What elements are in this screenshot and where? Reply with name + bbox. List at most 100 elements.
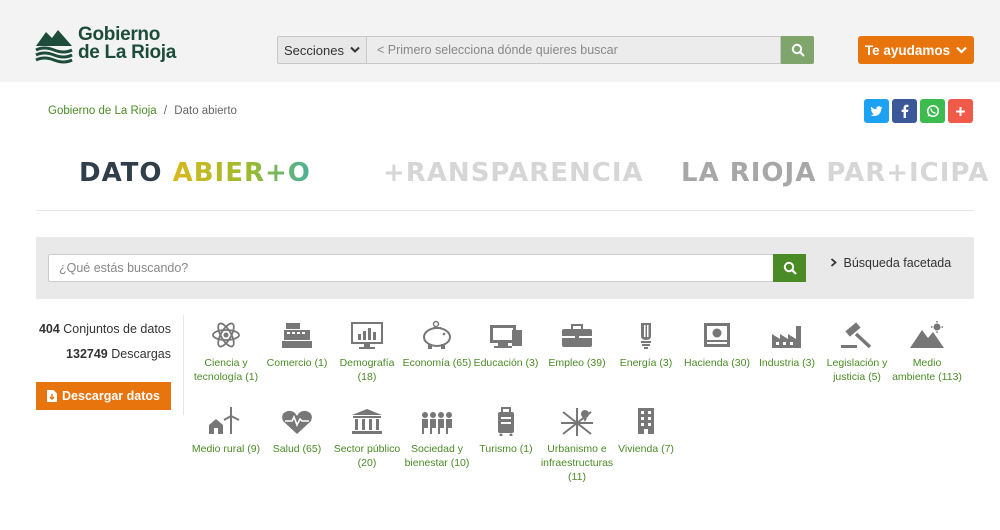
- chevron-down-icon: [956, 46, 967, 54]
- brand-la-rioja-word: LA RIOJA: [681, 158, 817, 188]
- book-screen-icon: [490, 325, 522, 348]
- brand-participa-word: PAR+ICIPA: [826, 158, 990, 188]
- divider: [36, 210, 974, 211]
- downloads-label: Descargas: [111, 347, 171, 361]
- category-item[interactable]: Legislación y justicia (5): [820, 320, 894, 384]
- category-item[interactable]: Industria (3): [750, 320, 824, 370]
- downloads-count: 132749: [66, 347, 108, 361]
- category-label: Ciencia y tecnología (1): [193, 357, 259, 383]
- datasets-count: 404: [38, 322, 60, 336]
- heart-pulse-icon: [282, 410, 312, 434]
- cash-register-icon: [282, 323, 312, 348]
- brand-dato-word: DATO: [79, 158, 163, 188]
- category-item[interactable]: Energía (3): [609, 320, 683, 370]
- category-item[interactable]: Turismo (1): [469, 406, 543, 456]
- global-search-button[interactable]: [781, 36, 814, 64]
- brand-dato-abierto[interactable]: DATO ABIER+O: [79, 158, 311, 188]
- category-item[interactable]: Medio rural (9): [189, 406, 263, 456]
- search-icon: [791, 43, 805, 57]
- city-map-icon: [561, 408, 593, 436]
- brand-transparencia[interactable]: +RANSPARENCIA: [383, 158, 644, 188]
- category-label: Legislación y justicia (5): [826, 357, 888, 383]
- help-button[interactable]: Te ayudamos: [858, 36, 974, 64]
- facebook-icon: [901, 104, 908, 118]
- suitcase-icon: [498, 407, 514, 436]
- category-label: Turismo (1): [479, 443, 533, 455]
- category-item[interactable]: Sociedad y bienestar (10): [400, 406, 474, 470]
- dataset-search-button[interactable]: [773, 254, 806, 282]
- category-label: Empleo (39): [548, 357, 606, 369]
- plus-icon: [956, 106, 965, 116]
- twitter-share-button[interactable]: [864, 99, 889, 123]
- faceted-search-label: Búsqueda facetada: [843, 256, 952, 270]
- category-label: Economía (65): [402, 357, 472, 369]
- category-label: Salud (65): [272, 443, 322, 455]
- site-logo[interactable]: Gobierno de La Rioja: [34, 24, 176, 64]
- bulb-icon: [641, 323, 651, 349]
- briefcase-icon: [562, 324, 592, 347]
- global-search-input[interactable]: < Primero selecciona dónde quieres busca…: [367, 36, 781, 64]
- breadcrumb-separator: /: [163, 105, 168, 117]
- category-label: Educación (3): [473, 357, 539, 369]
- category-item[interactable]: Ciencia y tecnología (1): [189, 320, 263, 384]
- people-icon: [422, 412, 452, 434]
- twitter-icon: [870, 105, 883, 116]
- sections-dropdown[interactable]: Secciones: [277, 36, 367, 64]
- piggy-bank-icon: [423, 320, 451, 349]
- logo-mark-icon: [35, 30, 73, 64]
- category-item[interactable]: Comercio (1): [260, 320, 334, 370]
- whatsapp-share-button[interactable]: [920, 99, 945, 123]
- mountain-sun-icon: [910, 321, 944, 348]
- category-item[interactable]: Vivienda (7): [609, 406, 683, 456]
- category-label: Industria (3): [758, 357, 816, 369]
- atom-icon: [212, 322, 240, 348]
- stats-divider: [183, 315, 184, 415]
- category-label: Sociedad y bienestar (10): [404, 443, 470, 469]
- stats-panel: 404 Conjuntos de datos 132749 Descargas: [36, 317, 171, 367]
- help-label: Te ayudamos: [864, 42, 951, 58]
- category-label: Demografía (18): [339, 357, 395, 383]
- facebook-share-button[interactable]: [892, 99, 917, 123]
- category-label: Hacienda (30): [684, 357, 750, 369]
- category-label: Energía (3): [619, 357, 673, 369]
- download-data-button[interactable]: Descargar datos: [36, 382, 171, 410]
- apartment-building-icon: [638, 408, 654, 434]
- category-item[interactable]: Educación (3): [469, 320, 543, 370]
- category-item[interactable]: Empleo (39): [540, 320, 614, 370]
- dataset-search-placeholder: ¿Qué estás buscando?: [59, 261, 189, 275]
- category-item[interactable]: Hacienda (30): [680, 320, 754, 370]
- breadcrumb: Gobierno de La Rioja / Dato abierto: [48, 105, 237, 117]
- category-item[interactable]: Medio ambiente (113): [890, 320, 964, 384]
- more-share-button[interactable]: [948, 99, 973, 123]
- banknote-icon: [704, 323, 730, 347]
- category-item[interactable]: Sector público (20): [330, 406, 404, 470]
- brand-abierto-word: ABIER+O: [172, 158, 311, 188]
- sections-label: Secciones: [284, 42, 344, 58]
- category-label: Medio ambiente (113): [892, 357, 962, 383]
- logo-line-2: de La Rioja: [78, 42, 177, 63]
- faceted-search-link[interactable]: Búsqueda facetada: [830, 256, 951, 270]
- windmill-house-icon: [209, 407, 240, 434]
- brand-la-rioja-participa[interactable]: LA RIOJA PAR+ICIPA: [681, 158, 989, 188]
- brand-transparencia-word: +RANSPARENCIA: [383, 158, 644, 188]
- dataset-search-panel: ¿Qué estás buscando? Búsqueda facetada: [36, 237, 974, 299]
- breadcrumb-current: Dato abierto: [174, 105, 237, 117]
- category-label: Vivienda (7): [618, 443, 674, 455]
- category-item[interactable]: Urbanismo e infraestructuras (11): [540, 406, 614, 484]
- category-item[interactable]: Salud (65): [260, 406, 334, 456]
- category-label: Medio rural (9): [191, 443, 261, 455]
- category-label: Comercio (1): [266, 357, 328, 369]
- global-search-placeholder: < Primero selecciona dónde quieres busca…: [377, 43, 618, 57]
- download-data-label: Descargar datos: [62, 389, 160, 403]
- category-item[interactable]: Economía (65): [400, 320, 474, 370]
- government-building-icon: [352, 409, 382, 434]
- dataset-search-input[interactable]: ¿Qué estás buscando?: [48, 254, 774, 282]
- breadcrumb-home-link[interactable]: Gobierno de La Rioja: [48, 105, 157, 117]
- search-icon: [783, 261, 797, 275]
- downloads-stat: 132749 Descargas: [36, 342, 171, 367]
- monitor-chart-icon: [351, 322, 383, 349]
- factory-icon: [772, 326, 801, 348]
- chevron-right-icon: [830, 258, 837, 267]
- category-label: Urbanismo e infraestructuras (11): [540, 443, 614, 483]
- category-item[interactable]: Demografía (18): [330, 320, 404, 384]
